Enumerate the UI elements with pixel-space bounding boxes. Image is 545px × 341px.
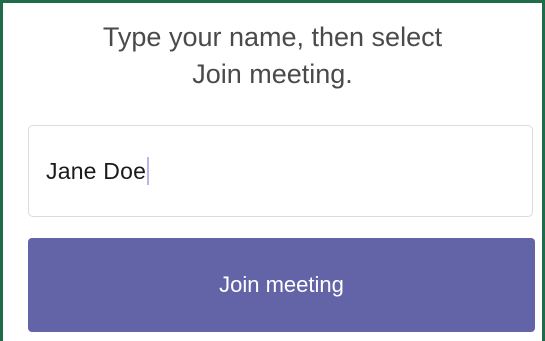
join-meeting-panel: Type your name, then select Join meeting… xyxy=(0,0,545,341)
join-meeting-button[interactable]: Join meeting xyxy=(28,238,535,332)
instructions-line-1: Type your name, then select xyxy=(102,22,443,52)
name-input[interactable]: Jane Doe xyxy=(28,125,533,217)
name-input-value: Jane Doe xyxy=(46,157,147,184)
text-caret xyxy=(147,157,150,185)
join-meeting-button-label: Join meeting xyxy=(219,272,344,297)
join-instructions: Type your name, then select Join meeting… xyxy=(3,19,542,93)
instructions-line-2: Join meeting. xyxy=(192,59,353,89)
